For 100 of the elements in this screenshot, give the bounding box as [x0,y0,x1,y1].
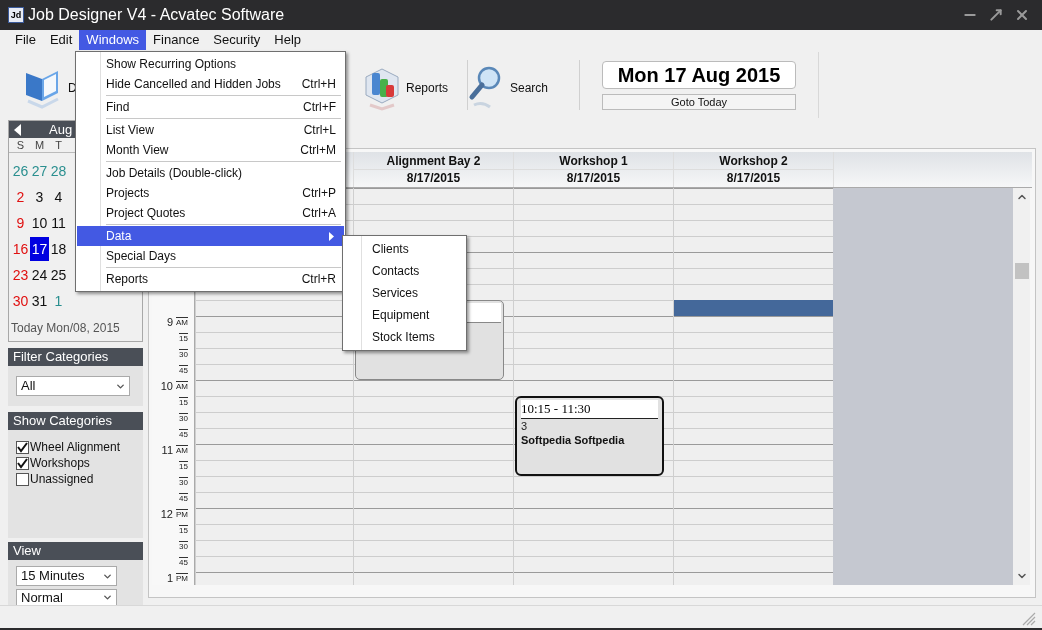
calendar-day[interactable]: 31 [30,289,49,313]
calendar-day[interactable]: 28 [49,159,68,183]
filter-select[interactable]: All [16,376,130,396]
submenu-option[interactable]: Stock Items [343,326,466,348]
resource-date: 8/17/2015 [565,170,622,187]
window-title: Job Designer V4 - Acvatec Software [28,5,285,25]
menu-item[interactable]: Edit [42,30,80,50]
shortcut-label: Ctrl+H [301,76,336,93]
calendar-day[interactable]: 16 [11,237,30,261]
view-select[interactable]: 15 Minutes [16,566,117,586]
calendar-day[interactable]: 4 [49,185,68,209]
menu-item[interactable]: Finance [146,30,207,50]
calendar-day[interactable]: 25 [49,263,68,287]
shortcut-label: Ctrl+M [300,142,336,159]
menu-option[interactable]: Special Days [77,246,344,266]
minute-label: 45 [179,493,188,504]
submenu-option[interactable]: Equipment [343,304,466,326]
minute-label: 45 [179,365,188,376]
shortcut-label: Ctrl+L [303,122,336,139]
calendar-day[interactable]: 26 [11,159,30,183]
shortcut-label: Ctrl+A [302,205,336,222]
calendar-day[interactable]: 18 [49,237,68,261]
scrollbar[interactable] [1013,188,1030,585]
calendar-day[interactable]: 17 [30,237,49,261]
menu-option[interactable]: Project Quotes Ctrl+A [77,203,344,223]
shortcut-label: Ctrl+R [301,271,336,288]
section-header: View [8,542,143,560]
toolbar-button[interactable]: Reports [364,59,449,111]
period-label: AM [176,381,188,392]
scroll-thumb[interactable] [1014,263,1029,279]
menu-option[interactable]: Show Recurring Options [77,54,344,74]
resize-grip-icon[interactable] [1022,612,1036,626]
category-label: Workshops [30,455,90,472]
today-label: Today Mon/08, 2015 [11,320,121,337]
calendar-day[interactable]: 10 [30,211,49,235]
submenu-option[interactable]: Contacts [343,260,466,282]
calendar-day[interactable]: 11 [49,211,68,235]
checkbox[interactable] [16,456,29,470]
minute-label: 30 [179,413,188,424]
close-icon[interactable] [1014,7,1030,23]
period-label: PM [176,509,188,520]
calendar-day[interactable]: 9 [11,211,30,235]
menu-option[interactable]: Reports Ctrl+R [77,269,344,289]
resource-header: Workshop 2 [674,152,833,170]
resource-header: Alignment Bay 2 [354,152,513,170]
calendar-day[interactable]: 23 [11,263,30,287]
menu-item[interactable]: File [8,30,43,50]
period-label: AM [176,445,188,456]
menu-option[interactable]: Month View Ctrl+M [77,140,344,160]
weekday-label: T [54,137,63,153]
date-display: Mon 17 Aug 2015 [602,60,796,89]
menu-item[interactable]: Help [267,30,309,50]
hour-label: 11 [161,445,173,456]
submenu-option[interactable]: Clients [343,238,466,260]
period-label: AM [176,317,188,328]
minute-label: 15 [179,525,188,536]
shortcut-label: Ctrl+F [303,99,336,116]
menu-option[interactable]: Hide Cancelled and Hidden Jobs Ctrl+H [77,74,344,94]
menu-option[interactable]: Find Ctrl+F [77,97,344,117]
menu-option[interactable]: Job Details (Double-click) [77,163,344,183]
toolbar-button[interactable]: Search [468,59,549,111]
minute-label: 15 [179,461,188,472]
checkbox[interactable] [16,440,29,454]
resource-date: 8/17/2015 [405,170,462,187]
menu-option[interactable]: List View Ctrl+L [77,120,344,140]
minute-label: 15 [179,397,188,408]
calendar-day[interactable]: 3 [30,185,49,209]
calendar-day[interactable]: 30 [11,289,30,313]
period-label: PM [176,573,188,584]
view-select[interactable]: Normal [16,589,117,605]
menu-item[interactable]: Windows [79,30,147,50]
submenu-option[interactable]: Services [343,282,466,304]
category-label: Unassigned [30,471,94,488]
resource-header: Workshop 1 [514,152,673,170]
calendar-day[interactable]: 24 [30,263,49,287]
hour-label: 1 [166,573,173,584]
minute-label: 30 [179,349,188,360]
appointment-time: 10:15 - 11:30 [521,400,658,419]
appointment-card[interactable]: 10:15 - 11:30 3 Softpedia Softpedia [515,396,664,476]
menu-item[interactable]: Security [206,30,268,50]
hour-label: 10 [160,381,173,392]
previous-month-icon[interactable] [14,123,21,136]
maximize-icon[interactable] [988,7,1004,23]
menu-option[interactable]: Data [77,226,344,246]
section-header: Filter Categories [8,348,143,366]
submenu-arrow-icon [329,231,334,241]
appointment-number: 3 [521,419,529,433]
calendar-day[interactable]: 2 [11,185,30,209]
section-header: Show Categories [8,412,143,430]
hour-label: 9 [166,317,173,328]
minute-label: 30 [179,541,188,552]
chevron-icon [102,592,113,603]
minute-label: 45 [179,557,188,568]
hour-label: 12 [160,509,173,520]
calendar-month: Aug [49,120,73,139]
checkbox[interactable] [16,472,29,486]
goto-today-button[interactable]: Goto Today [602,93,796,110]
menu-option[interactable]: Projects Ctrl+P [77,183,344,203]
weekday-label: S [15,137,26,153]
appointment-client: Softpedia Softpedia [521,433,626,447]
